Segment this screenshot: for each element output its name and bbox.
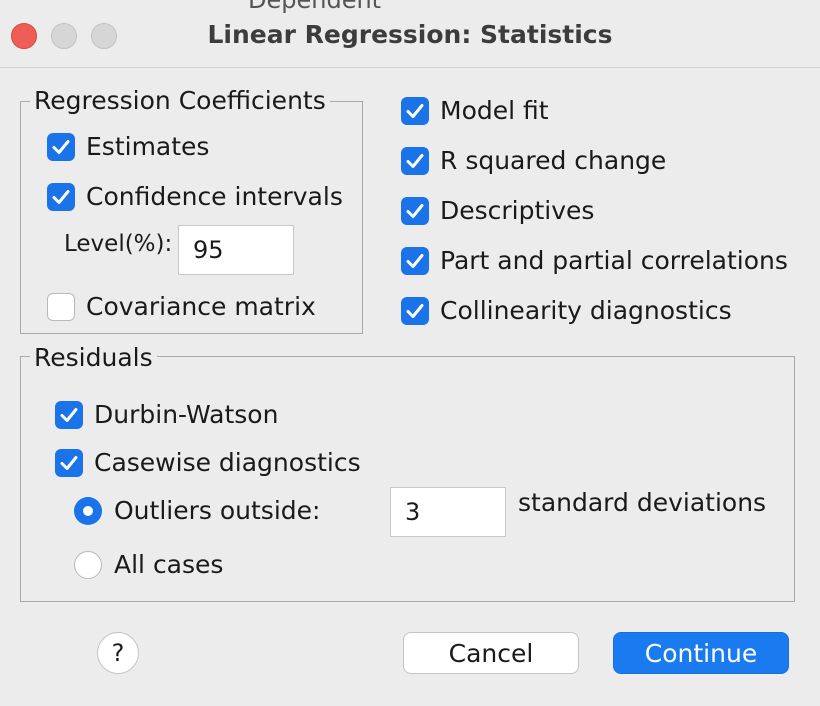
all-cases-label: All cases (114, 550, 224, 579)
check-icon (406, 154, 424, 168)
durbin-watson-label: Durbin-Watson (94, 400, 279, 429)
casewise-diagnostics-checkbox[interactable] (55, 449, 83, 477)
r-squared-change-label: R squared change (440, 146, 667, 175)
outliers-outside-label: Outliers outside: (114, 496, 321, 525)
estimates-checkbox[interactable] (47, 133, 75, 161)
check-icon (60, 408, 78, 422)
regression-coefficients-legend: Regression Coefficients (30, 86, 330, 116)
part-partial-correlations-checkbox[interactable] (401, 247, 429, 275)
outliers-std-dev-input[interactable]: 3 (390, 487, 506, 537)
collinearity-diagnostics-label: Collinearity diagnostics (440, 296, 732, 325)
r-squared-change-checkbox[interactable] (401, 147, 429, 175)
standard-deviations-label: standard deviations (518, 488, 767, 517)
check-icon (60, 456, 78, 470)
descriptives-label: Descriptives (440, 196, 595, 225)
model-fit-label: Model fit (440, 96, 549, 125)
cancel-button[interactable]: Cancel (403, 632, 579, 674)
check-icon (52, 140, 70, 154)
check-icon (406, 104, 424, 118)
covariance-matrix-label: Covariance matrix (86, 292, 316, 321)
all-cases-radio[interactable] (74, 551, 102, 579)
model-fit-checkbox[interactable] (401, 97, 429, 125)
estimates-label: Estimates (86, 132, 210, 161)
check-icon (52, 190, 70, 204)
window-title: Linear Regression: Statistics (207, 20, 613, 49)
confidence-intervals-checkbox[interactable] (47, 183, 75, 211)
title-bar: Dependent Linear Regression: Statistics (0, 0, 820, 68)
level-input[interactable]: 95 (178, 225, 294, 275)
check-icon (406, 304, 424, 318)
outliers-outside-radio[interactable] (74, 497, 102, 525)
covariance-matrix-checkbox[interactable] (47, 293, 75, 321)
check-icon (406, 254, 424, 268)
help-button[interactable]: ? (97, 632, 139, 674)
background-window-text: Dependent (248, 0, 382, 14)
confidence-intervals-label: Confidence intervals (86, 182, 343, 211)
continue-button[interactable]: Continue (613, 632, 789, 674)
residuals-legend: Residuals (30, 343, 157, 373)
durbin-watson-checkbox[interactable] (55, 401, 83, 429)
casewise-diagnostics-label: Casewise diagnostics (94, 448, 361, 477)
collinearity-diagnostics-checkbox[interactable] (401, 297, 429, 325)
part-partial-correlations-label: Part and partial correlations (440, 246, 788, 275)
level-label: Level(%): (64, 231, 173, 257)
descriptives-checkbox[interactable] (401, 197, 429, 225)
check-icon (406, 204, 424, 218)
